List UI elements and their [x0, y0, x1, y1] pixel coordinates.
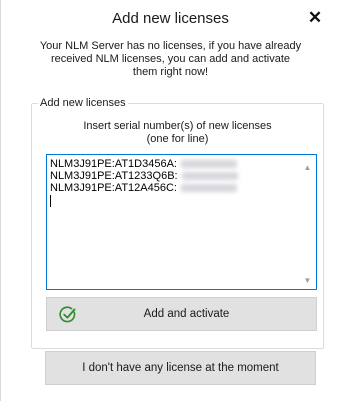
- intro-line-1: Your NLM Server has no licenses, if you …: [39, 40, 302, 52]
- add-licenses-group: Add new licenses Insert serial number(s)…: [31, 97, 324, 349]
- title-bar: Add new licenses ✕: [1, 0, 339, 36]
- serial-text: NLM3J91PE:AT12A456C:: [50, 182, 177, 194]
- text-caret: [50, 195, 51, 207]
- close-icon: ✕: [307, 8, 323, 27]
- serial-text: NLM3J91PE:AT1233Q6B:: [50, 170, 178, 182]
- no-license-label: I don't have any license at the moment: [82, 362, 279, 374]
- insert-instruction: Insert serial number(s) of new licenses …: [32, 120, 323, 146]
- intro-line-2: received NLM licenses, you can add and a…: [50, 53, 291, 65]
- redacted-blur: [181, 172, 238, 181]
- intro-line-3: them right now!: [132, 66, 209, 78]
- redacted-blur: [180, 160, 237, 169]
- serial-numbers-textarea[interactable]: NLM3J91PE:AT1D3456A: NLM3J91PE:AT1233Q6B…: [46, 154, 317, 290]
- serial-line: NLM3J91PE:AT12A456C:: [50, 182, 290, 194]
- redacted-blur: [180, 184, 237, 193]
- scroll-down-icon[interactable]: ▼: [300, 273, 315, 288]
- serial-line: NLM3J91PE:AT1233Q6B:: [50, 170, 290, 182]
- instruction-line-2: (one for line): [146, 133, 209, 145]
- scroll-up-icon[interactable]: ▲: [300, 160, 315, 175]
- dialog-title: Add new licenses: [112, 10, 229, 27]
- close-button[interactable]: ✕: [303, 6, 327, 30]
- add-and-activate-label: Add and activate: [143, 308, 230, 320]
- check-circle-icon: [59, 306, 76, 323]
- serial-text: NLM3J91PE:AT1D3456A:: [50, 158, 177, 170]
- intro-text: Your NLM Server has no licenses, if you …: [15, 40, 326, 79]
- serial-line: NLM3J91PE:AT1D3456A:: [50, 158, 290, 170]
- no-license-button[interactable]: I don't have any license at the moment: [45, 351, 316, 385]
- serial-lines: NLM3J91PE:AT1D3456A: NLM3J91PE:AT1233Q6B…: [50, 158, 290, 207]
- add-licenses-dialog: Add new licenses ✕ Your NLM Server has n…: [0, 0, 339, 401]
- add-and-activate-button[interactable]: Add and activate: [46, 297, 317, 331]
- vertical-scrollbar[interactable]: ▲ ▼: [300, 156, 315, 288]
- group-legend: Add new licenses: [38, 97, 128, 110]
- instruction-line-1: Insert serial number(s) of new licenses: [83, 120, 272, 132]
